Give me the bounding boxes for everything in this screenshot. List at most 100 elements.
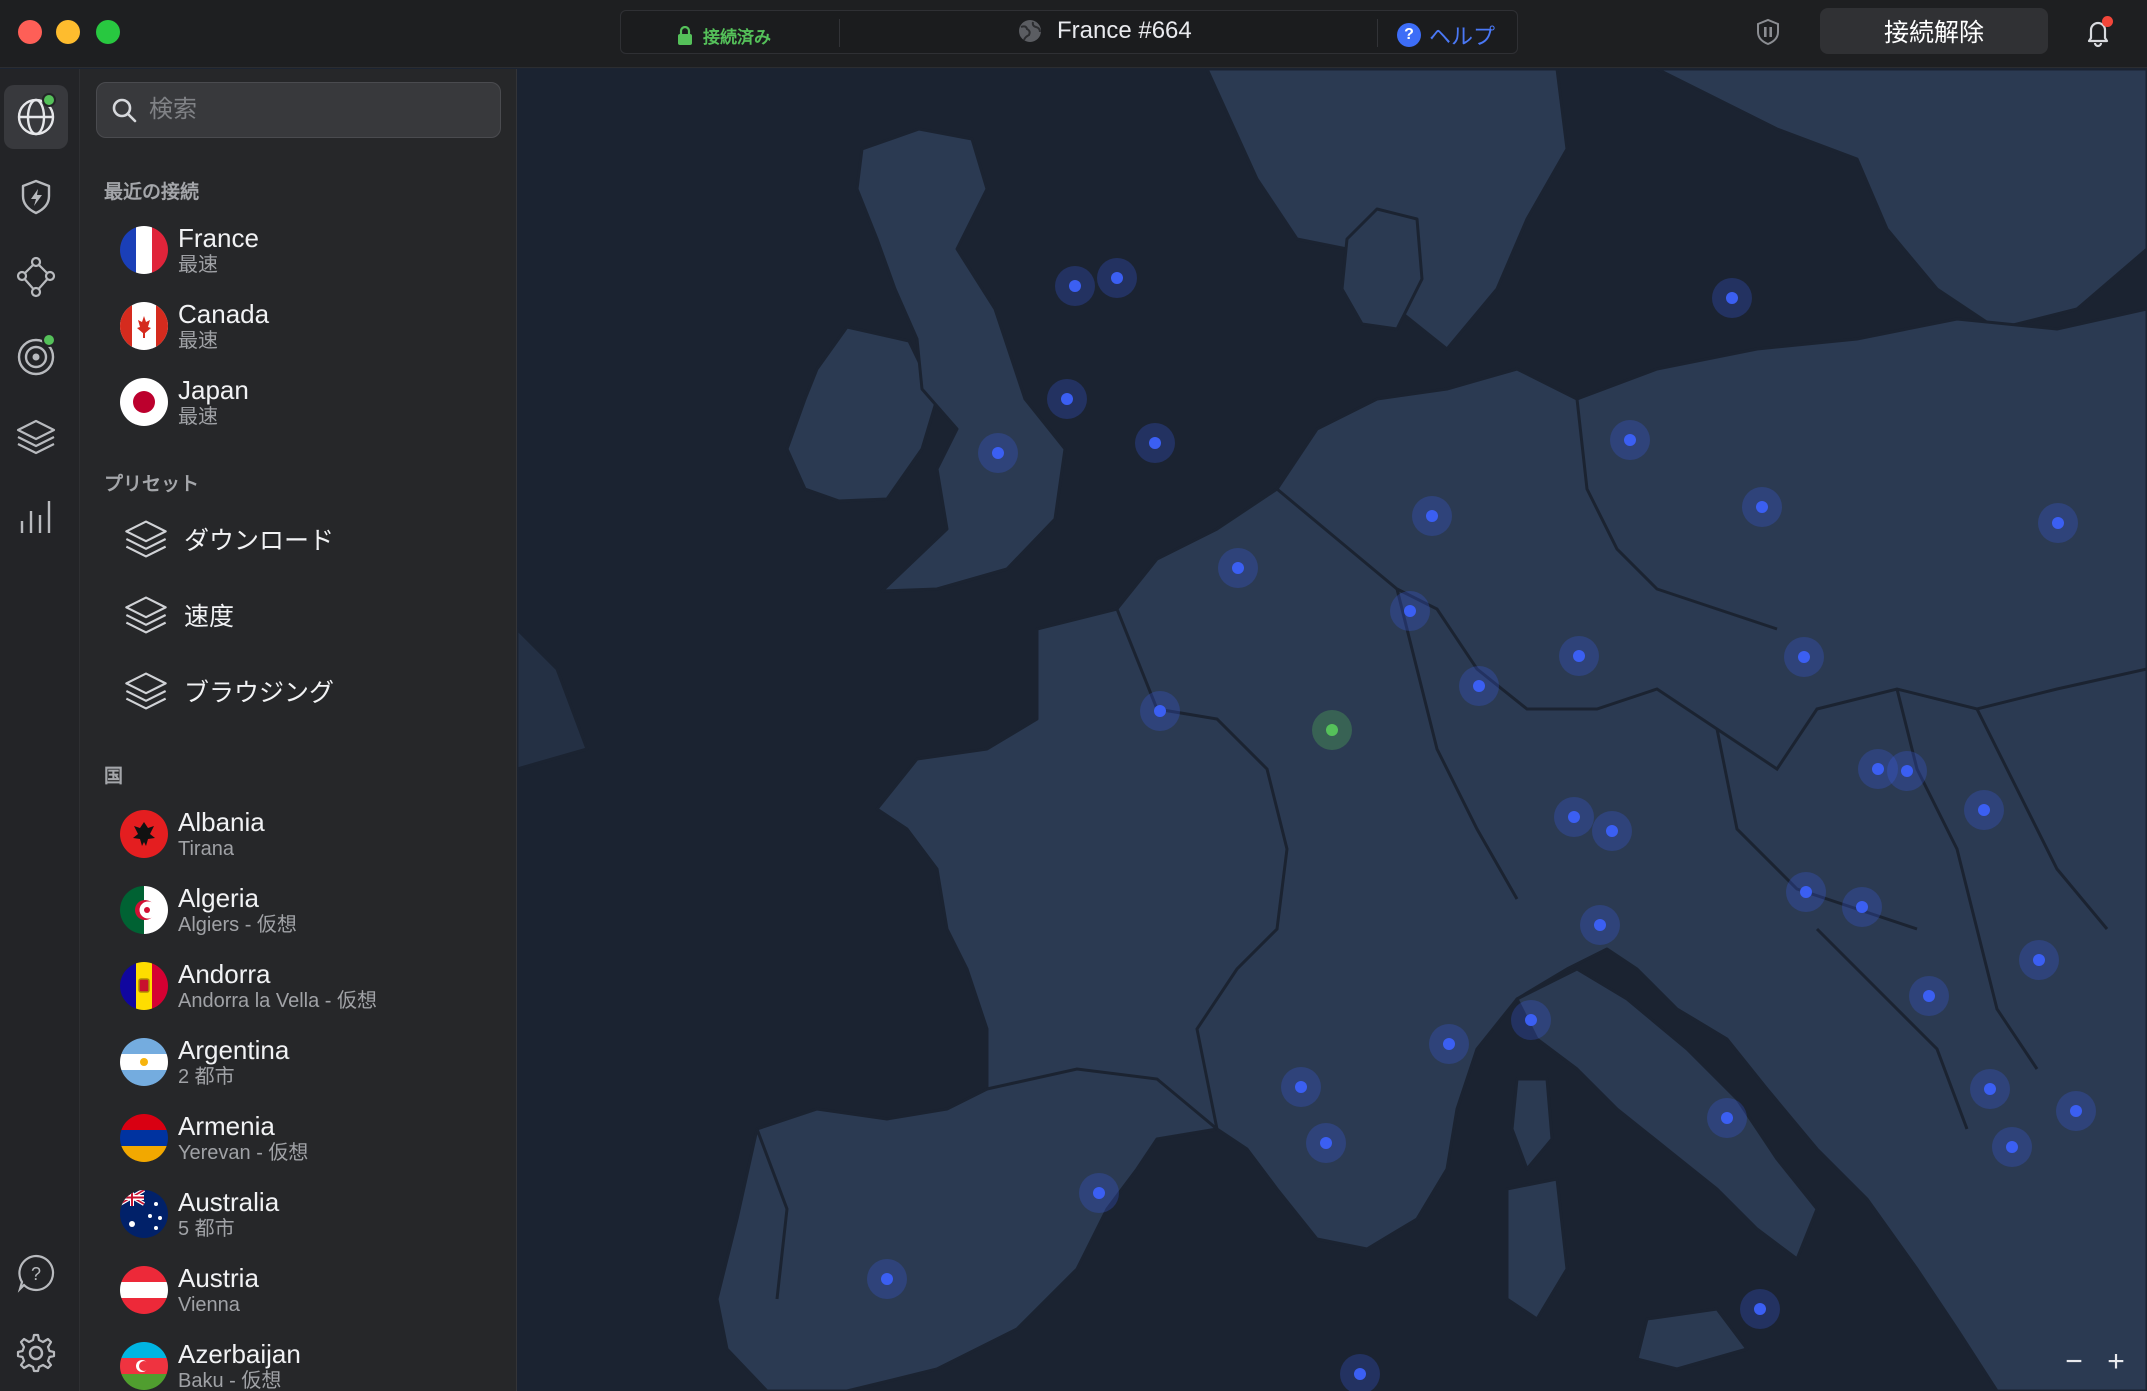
server-detail: 最速	[178, 254, 218, 276]
flag-australia-icon	[120, 1190, 168, 1238]
country-item-argentina[interactable]: Argentina 2 都市	[120, 1027, 500, 1097]
preset-download[interactable]: ダウンロード	[122, 509, 334, 569]
country-name: Japan	[178, 375, 249, 405]
connected-indicator	[42, 93, 56, 107]
flag-japan-icon	[120, 378, 168, 426]
recent-item-france[interactable]: France 最速	[120, 215, 500, 285]
layers-icon	[125, 520, 167, 558]
nav-meshnet[interactable]	[4, 245, 68, 309]
flag-canada-icon	[120, 302, 168, 350]
country-item-azerbaijan[interactable]: Azerbaijan Baku - 仮想	[120, 1331, 500, 1391]
section-presets: プリセット	[104, 474, 200, 495]
search-icon	[112, 98, 137, 123]
nav-threat-protection[interactable]	[4, 165, 68, 229]
help-link[interactable]: ? ヘルプ	[1397, 19, 1495, 51]
meshnet-icon	[16, 256, 56, 298]
stats-icon	[20, 501, 51, 533]
nav-presets[interactable]	[4, 405, 68, 469]
nav-statistics[interactable]	[4, 485, 68, 549]
zoom-controls: − +	[2057, 1347, 2133, 1377]
server-detail: 最速	[178, 330, 218, 352]
server-detail: Vienna	[178, 1294, 240, 1316]
server-map[interactable]: − +	[517, 69, 2147, 1391]
preset-label: 速度	[184, 603, 235, 631]
flag-algeria-icon	[120, 886, 168, 934]
svg-text:?: ?	[31, 1264, 41, 1284]
recent-item-japan[interactable]: Japan 最速	[120, 367, 500, 437]
divider	[839, 19, 840, 47]
country-name: Australia	[178, 1187, 280, 1217]
layers-icon	[16, 419, 56, 455]
section-countries: 国	[104, 766, 124, 787]
flag-armenia-icon	[120, 1114, 168, 1162]
country-item-algeria[interactable]: Algeria Algiers - 仮想	[120, 875, 500, 945]
server-detail: Baku - 仮想	[178, 1370, 282, 1391]
country-name: Algeria	[178, 883, 259, 913]
server-detail: Tirana	[178, 838, 234, 860]
server-name: France #664	[1057, 17, 1192, 44]
active-indicator	[42, 333, 56, 347]
navigation-rail: ?	[0, 69, 80, 1391]
preset-label: ブラウジング	[184, 679, 335, 707]
notification-badge	[2102, 16, 2113, 27]
flag-austria-icon	[120, 1266, 168, 1314]
help-icon: ?	[17, 1254, 55, 1293]
flag-france-icon	[120, 226, 168, 274]
globe-icon	[1019, 20, 1041, 42]
country-name: Azerbaijan	[178, 1339, 301, 1369]
minimize-window-button[interactable]	[56, 20, 80, 44]
server-detail: 最速	[178, 406, 218, 428]
country-name: Andorra	[178, 959, 271, 989]
close-window-button[interactable]	[18, 20, 42, 44]
country-name: Albania	[178, 807, 265, 837]
country-item-austria[interactable]: Austria Vienna	[120, 1255, 500, 1325]
zoom-window-button[interactable]	[96, 20, 120, 44]
current-server[interactable]: France #664	[1017, 17, 1192, 45]
server-detail: 5 都市	[178, 1218, 235, 1240]
nav-map[interactable]	[4, 85, 68, 149]
server-sidebar: 最近の接続 France 最速 Canada 最速 Japan 最速 プリセット	[80, 69, 517, 1391]
zoom-in-button[interactable]: +	[2099, 1347, 2133, 1377]
help-icon: ?	[1397, 23, 1421, 47]
country-name: Canada	[178, 299, 270, 329]
server-detail: Andorra la Vella - 仮想	[178, 990, 377, 1012]
country-name: France	[178, 223, 259, 253]
section-recent: 最近の接続	[104, 182, 200, 203]
zoom-out-button[interactable]: −	[2057, 1347, 2091, 1377]
status-label: 接続済み	[703, 28, 771, 47]
divider	[1377, 19, 1378, 47]
lock-icon	[678, 25, 692, 45]
country-name: Argentina	[178, 1035, 290, 1065]
pause-icon[interactable]	[1752, 16, 1784, 48]
recent-item-canada[interactable]: Canada 最速	[120, 291, 500, 361]
search-input[interactable]	[149, 96, 489, 124]
europe-map	[517, 69, 2147, 1391]
flag-albania-icon	[120, 810, 168, 858]
flag-andorra-icon	[120, 962, 168, 1010]
layers-icon	[125, 672, 167, 710]
country-item-armenia[interactable]: Armenia Yerevan - 仮想	[120, 1103, 500, 1173]
country-name: Austria	[178, 1263, 259, 1293]
server-detail: Algiers - 仮想	[178, 914, 297, 936]
country-item-australia[interactable]: Australia 5 都市	[120, 1179, 500, 1249]
disconnect-button[interactable]: 接続解除	[1820, 8, 2048, 54]
title-bar: 接続済み France #664 ? ヘルプ 接続解除	[0, 0, 2147, 68]
country-name: Armenia	[178, 1111, 275, 1141]
server-detail: Yerevan - 仮想	[178, 1142, 309, 1164]
search-box[interactable]	[96, 82, 501, 138]
preset-browsing[interactable]: ブラウジング	[122, 661, 334, 721]
country-item-andorra[interactable]: Andorra Andorra la Vella - 仮想	[120, 951, 500, 1021]
nav-dark-web-monitor[interactable]	[4, 325, 68, 389]
nav-settings[interactable]	[4, 1321, 68, 1385]
connection-status: 接続済み	[677, 23, 771, 48]
preset-label: ダウンロード	[184, 527, 335, 555]
help-label: ヘルプ	[1429, 24, 1496, 49]
nav-help[interactable]: ?	[4, 1241, 68, 1305]
flag-argentina-icon	[120, 1038, 168, 1086]
country-item-albania[interactable]: Albania Tirana	[120, 799, 500, 869]
layers-icon	[125, 596, 167, 634]
settings-icon	[16, 1333, 56, 1373]
server-detail: 2 都市	[178, 1066, 235, 1088]
connection-bar: 接続済み France #664 ? ヘルプ	[620, 10, 1518, 54]
preset-speed[interactable]: 速度	[122, 585, 234, 645]
